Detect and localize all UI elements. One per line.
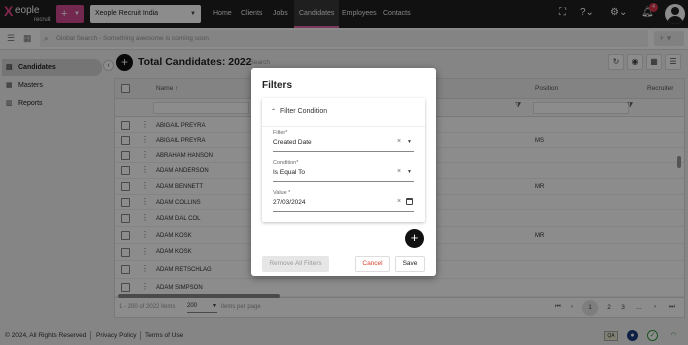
dialog-title: Filters [262, 80, 293, 91]
chevron-up-icon: ⌃ [271, 109, 277, 115]
condition-value: Is Equal To [273, 169, 306, 176]
clear-icon[interactable]: × [397, 198, 401, 205]
save-button[interactable]: Save [395, 256, 425, 272]
condition-label: Condition* [273, 160, 299, 166]
value-date-input[interactable]: Value * 27/03/2024 × [273, 190, 414, 212]
filter-value: Created Date [273, 139, 312, 146]
condition-select[interactable]: Condition* Is Equal To × ▼ [273, 160, 414, 182]
filter-field-select[interactable]: Filter* Created Date × ▼ [273, 130, 414, 152]
calendar-icon[interactable] [406, 198, 413, 205]
filter-label: Filter* [273, 130, 288, 136]
filter-condition-panel: ⌃ Filter Condition Filter* Created Date ×… [262, 98, 425, 222]
add-filter-button[interactable]: + [405, 229, 424, 248]
clear-icon[interactable]: × [397, 138, 401, 145]
chevron-down-icon[interactable]: ▼ [407, 169, 412, 175]
value-date: 27/03/2024 [273, 199, 306, 206]
cancel-button[interactable]: Cancel [355, 256, 390, 272]
value-label: Value * [273, 190, 291, 196]
chevron-down-icon[interactable]: ▼ [407, 139, 412, 145]
clear-icon[interactable]: × [397, 168, 401, 175]
remove-all-filters-button[interactable]: Remove All Filters [262, 256, 329, 272]
filters-dialog: Filters ⌃ Filter Condition Filter* Create… [251, 68, 436, 276]
filter-condition-header[interactable]: ⌃ Filter Condition [271, 108, 327, 115]
